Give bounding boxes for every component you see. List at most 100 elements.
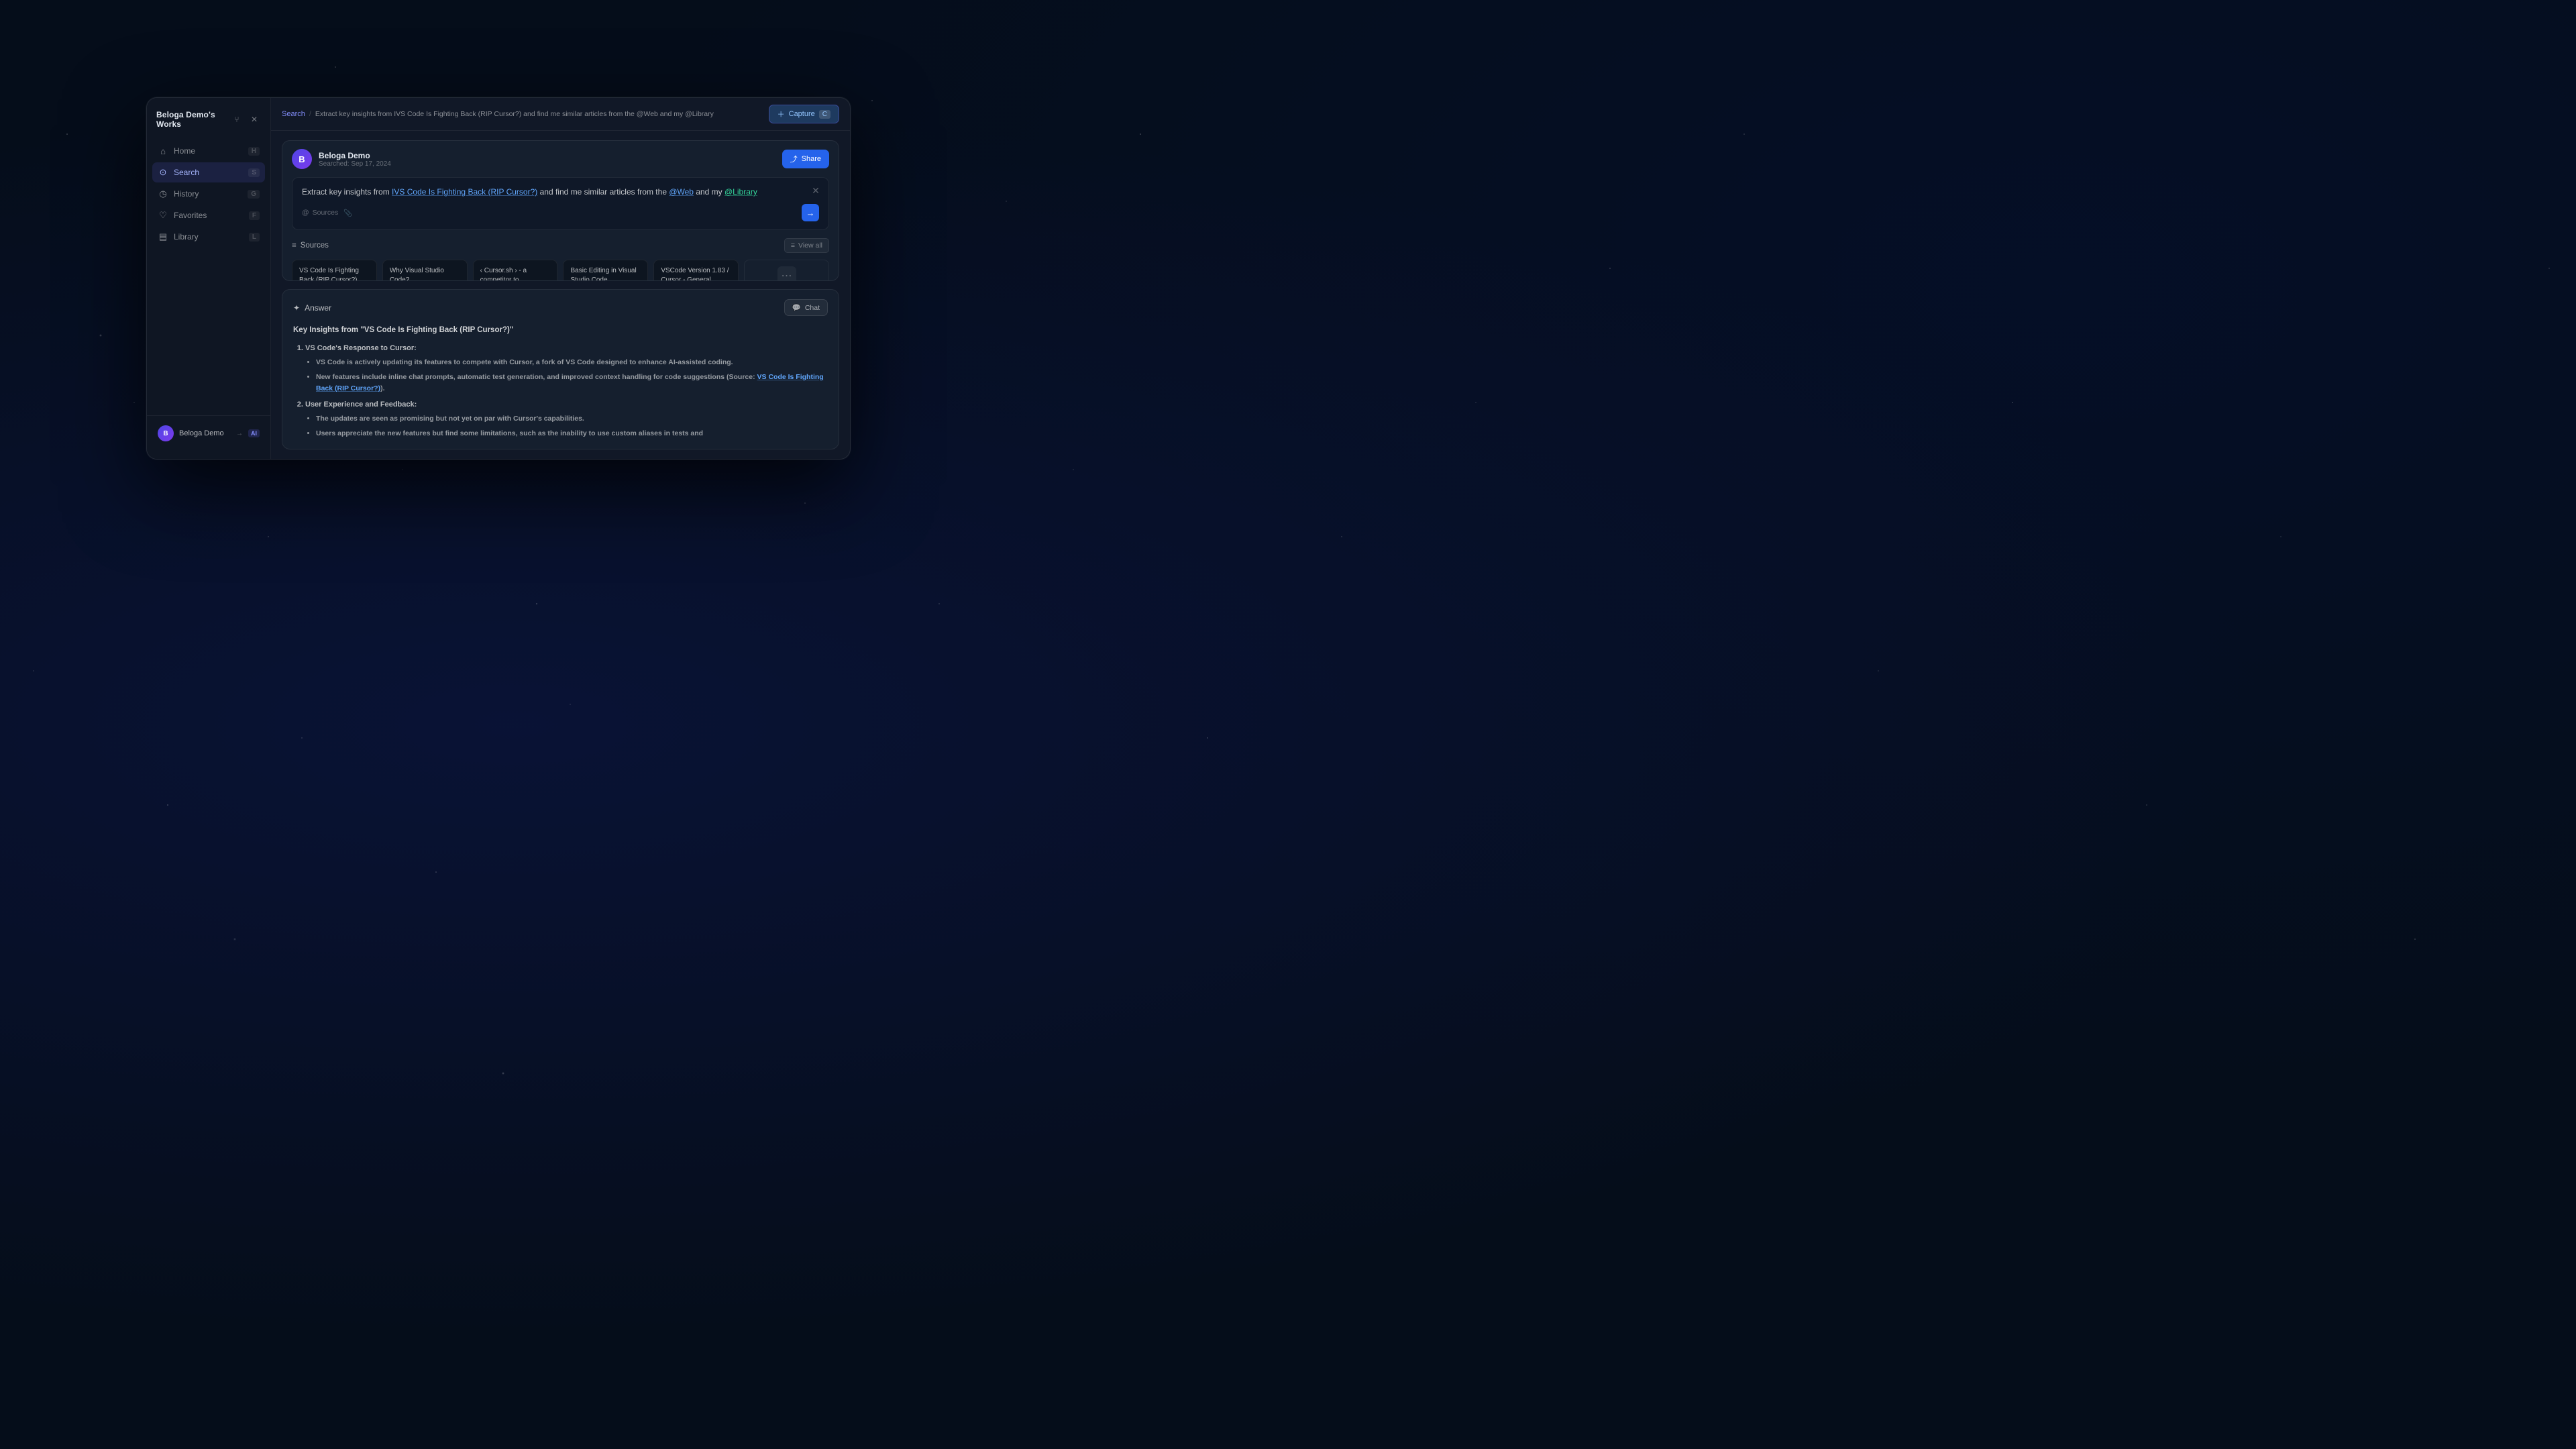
- close-icon-btn[interactable]: ✕: [248, 113, 261, 126]
- breadcrumb-separator: /: [309, 110, 311, 118]
- sidebar-item-history[interactable]: ◷ History G: [152, 184, 265, 204]
- content-area: B Beloga Demo Searched: Sep 17, 2024 ⤴ S…: [271, 131, 850, 459]
- sidebar-item-favorites[interactable]: ♡ Favorites F: [152, 205, 265, 225]
- sidebar-item-home[interactable]: ⌂ Home H: [152, 141, 265, 161]
- source-title-5: VSCode Version 1.83 / Cursor - General: [661, 266, 731, 281]
- at-icon: @: [302, 209, 309, 217]
- source-card-4[interactable]: Basic Editing in Visual Studio Code code…: [563, 260, 648, 281]
- source-card-1[interactable]: VS Code Is Fighting Back (RIP Cursor?) L…: [292, 260, 377, 281]
- branch-icon-btn[interactable]: ⑂: [230, 113, 244, 126]
- sidebar-nav: ⌂ Home H ⊙ Search S ◷ History G: [147, 138, 270, 415]
- avatar: B: [158, 425, 174, 441]
- answer-item-2-title: User Experience and Feedback:: [305, 400, 417, 409]
- answer-title: ✦ Answer: [293, 303, 331, 313]
- ai-badge: AI: [248, 429, 260, 437]
- source-title-4: Basic Editing in Visual Studio Code: [570, 266, 641, 281]
- sidebar-item-library-label: Library: [174, 232, 199, 241]
- sources-tag-label: Sources: [313, 209, 339, 217]
- capture-label: Capture: [789, 110, 815, 118]
- source-card-3[interactable]: ‹ Cursor.sh › - a competitor to... dles.…: [473, 260, 558, 281]
- source-title-3: ‹ Cursor.sh › - a competitor to...: [480, 266, 551, 281]
- query-close-button[interactable]: ✕: [810, 184, 822, 197]
- user-arrow-icon[interactable]: →: [233, 427, 246, 439]
- capture-icon: ＋: [777, 109, 785, 119]
- answer-bullet-2-1: The updates are seen as promising but no…: [316, 413, 828, 425]
- query-link-library[interactable]: @Library: [724, 187, 757, 197]
- source-card-5[interactable]: VSCode Version 1.83 / Cursor - General f…: [653, 260, 739, 281]
- sources-list-icon: ≡: [292, 241, 297, 250]
- answer-heading: Key Insights from "VS Code Is Fighting B…: [293, 324, 828, 337]
- result-search-date: Searched: Sep 17, 2024: [319, 160, 391, 168]
- capture-shortcut: C: [819, 110, 830, 119]
- sidebar-title: Beloga Demo's Works: [156, 110, 230, 129]
- query-link-article[interactable]: IVS Code Is Fighting Back (RIP Cursor?): [392, 187, 537, 197]
- source-title-2: Why Visual Studio Code?: [390, 266, 460, 281]
- search-icon: ⊙: [158, 167, 168, 178]
- sources-section-title: ≡ Sources: [292, 241, 329, 250]
- home-shortcut: H: [248, 147, 260, 156]
- answer-bullet-2-2: Users appreciate the new features but fi…: [316, 428, 828, 439]
- library-shortcut: L: [249, 233, 260, 241]
- chat-icon: 💬: [792, 303, 801, 312]
- answer-list: VS Code's Response to Cursor: VS Code is…: [293, 342, 828, 439]
- sources-section-header: ≡ Sources ≡ View all: [292, 238, 829, 253]
- query-footer: @ Sources 📎 →: [302, 204, 819, 221]
- home-icon: ⌂: [158, 146, 168, 156]
- answer-bullet-1-1: VS Code is actively updating its feature…: [316, 357, 828, 368]
- sidebar-item-search-label: Search: [174, 168, 199, 177]
- query-text: Extract key insights from IVS Code Is Fi…: [302, 186, 819, 199]
- answer-section: ✦ Answer 💬 Chat Key Insights from "VS Co…: [282, 289, 839, 449]
- answer-bullet-1-2: New features include inline chat prompts…: [316, 372, 828, 395]
- answer-bullets-1: VS Code is actively updating its feature…: [305, 357, 828, 394]
- answer-header: ✦ Answer 💬 Chat: [293, 299, 828, 316]
- query-text-3: and my: [696, 187, 724, 197]
- sidebar-item-home-label: Home: [174, 146, 195, 156]
- answer-content: Key Insights from "VS Code Is Fighting B…: [293, 324, 828, 439]
- sidebar-footer: B Beloga Demo → AI: [147, 415, 270, 451]
- answer-item-1-title: VS Code's Response to Cursor:: [305, 344, 417, 352]
- share-button[interactable]: ⤴ Share: [782, 150, 829, 168]
- sources-section: ≡ Sources ≡ View all VS Code Is Fighting…: [282, 238, 839, 281]
- history-icon: ◷: [158, 189, 168, 199]
- source-title-1: VS Code Is Fighting Back (RIP Cursor?): [299, 266, 370, 281]
- more-icon: ⋯: [777, 266, 796, 281]
- sidebar-item-history-label: History: [174, 189, 199, 199]
- paperclip-icon: 📎: [343, 209, 352, 217]
- sidebar-item-search[interactable]: ⊙ Search S: [152, 162, 265, 182]
- share-icon: ⤴: [790, 154, 798, 164]
- favorites-icon: ♡: [158, 210, 168, 221]
- send-button[interactable]: →: [802, 204, 819, 221]
- main-content: Search / Extract key insights from IVS C…: [271, 98, 850, 459]
- breadcrumb-current: Extract key insights from IVS Code Is Fi…: [315, 110, 714, 118]
- view-all-button[interactable]: ≡ View all: [784, 238, 829, 253]
- breadcrumb: Search / Extract key insights from IVS C…: [282, 110, 714, 118]
- top-bar: Search / Extract key insights from IVS C…: [271, 98, 850, 131]
- sources-tag: @ Sources: [302, 209, 338, 217]
- capture-button[interactable]: ＋ Capture C: [769, 105, 839, 123]
- sidebar-header: Beloga Demo's Works ⑂ ✕: [147, 106, 270, 138]
- app-window: Beloga Demo's Works ⑂ ✕ ⌂ Home H ⊙ Searc…: [146, 97, 851, 460]
- query-link-web[interactable]: @Web: [669, 187, 694, 197]
- answer-source-link[interactable]: VS Code Is Fighting Back (RIP Cursor?): [316, 373, 824, 392]
- query-box: Extract key insights from IVS Code Is Fi…: [292, 177, 829, 230]
- chat-button[interactable]: 💬 Chat: [784, 299, 828, 316]
- attachment-tag: 📎: [343, 209, 352, 217]
- view-all-label: View all: [798, 241, 822, 250]
- favorites-shortcut: F: [249, 211, 260, 220]
- user-profile-item[interactable]: B Beloga Demo → AI: [152, 421, 265, 445]
- answer-bullets-2: The updates are seen as promising but no…: [305, 413, 828, 439]
- answer-title-label: Answer: [305, 303, 331, 313]
- share-label: Share: [802, 155, 821, 163]
- source-card-2[interactable]: Why Visual Studio Code? code.visualstudi…: [382, 260, 468, 281]
- source-card-more[interactable]: ⋯ View 1 more: [744, 260, 829, 281]
- breadcrumb-search-link[interactable]: Search: [282, 110, 305, 118]
- history-shortcut: G: [248, 190, 260, 199]
- sidebar-item-library[interactable]: ▤ Library L: [152, 227, 265, 247]
- result-user-name: Beloga Demo: [319, 151, 391, 160]
- query-text-1: Extract key insights from: [302, 187, 392, 197]
- query-text-2: and find me similar articles from the: [540, 187, 669, 197]
- sources-title-label: Sources: [301, 241, 329, 250]
- search-result-card: B Beloga Demo Searched: Sep 17, 2024 ⤴ S…: [282, 140, 839, 281]
- search-shortcut: S: [248, 168, 260, 177]
- answer-item-2: User Experience and Feedback: The update…: [305, 398, 828, 439]
